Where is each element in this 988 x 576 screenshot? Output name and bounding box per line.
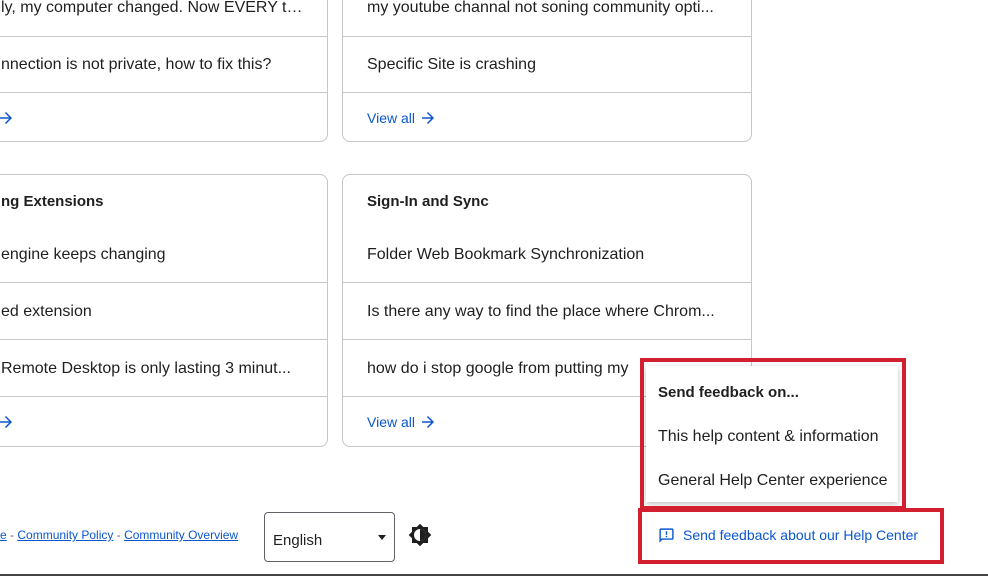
language-selected: English xyxy=(273,531,323,549)
caret-down-icon xyxy=(378,534,386,540)
community-overview-link[interactable]: Community Overview xyxy=(124,528,238,542)
arrow-right-icon xyxy=(0,416,12,428)
card-bottom-left: ng Extensions engine keeps changing ed e… xyxy=(0,174,328,447)
arrow-right-icon xyxy=(0,112,12,124)
list-item[interactable]: engine keeps changing xyxy=(0,227,327,283)
view-all-label: View all xyxy=(367,110,415,126)
view-all-link[interactable]: View all xyxy=(367,106,437,130)
list-item[interactable]: ly, my computer changed. Now EVERY ti... xyxy=(0,0,327,37)
card-top-right: my youtube channal not soning community … xyxy=(342,0,752,142)
feedback-icon xyxy=(659,527,674,543)
arrow-right-icon xyxy=(422,112,434,124)
list-item[interactable]: nnection is not private, how to fix this… xyxy=(0,37,327,93)
feedback-menu: Send feedback on... This help content & … xyxy=(646,366,898,502)
brightness-icon[interactable] xyxy=(408,523,432,547)
send-feedback-label: Send feedback about our Help Center xyxy=(683,527,919,543)
send-feedback-link[interactable]: Send feedback about our Help Center xyxy=(658,524,918,546)
card-title: ng Extensions xyxy=(1,193,104,210)
list-item[interactable]: Folder Web Bookmark Synchronization xyxy=(343,227,751,283)
list-item[interactable]: ed extension xyxy=(0,284,327,340)
footer-link-partial[interactable]: e xyxy=(0,528,7,542)
view-all-label: View all xyxy=(367,414,415,430)
footer-separator: - xyxy=(113,528,125,542)
footer-links: e - Community Policy - Community Overvie… xyxy=(0,528,238,542)
feedback-option-help-content[interactable]: This help content & information xyxy=(658,428,879,446)
community-policy-link[interactable]: Community Policy xyxy=(17,528,113,542)
feedback-option-help-center[interactable]: General Help Center experience xyxy=(658,472,887,490)
view-all-link[interactable] xyxy=(0,410,15,434)
footer-separator: - xyxy=(6,528,18,542)
arrow-right-icon xyxy=(422,416,434,428)
card-title: Sign-In and Sync xyxy=(367,193,489,210)
list-item[interactable]: Remote Desktop is only lasting 3 minut..… xyxy=(0,341,327,397)
view-all-link[interactable]: View all xyxy=(367,410,437,434)
list-item[interactable]: Specific Site is crashing xyxy=(343,37,751,93)
language-select[interactable]: English xyxy=(264,512,395,562)
card-top-left: ly, my computer changed. Now EVERY ti...… xyxy=(0,0,328,142)
list-item[interactable]: Is there any way to find the place where… xyxy=(343,284,751,340)
feedback-menu-heading: Send feedback on... xyxy=(658,384,799,401)
list-item[interactable]: my youtube channal not soning community … xyxy=(343,0,751,37)
view-all-link[interactable] xyxy=(0,106,15,130)
